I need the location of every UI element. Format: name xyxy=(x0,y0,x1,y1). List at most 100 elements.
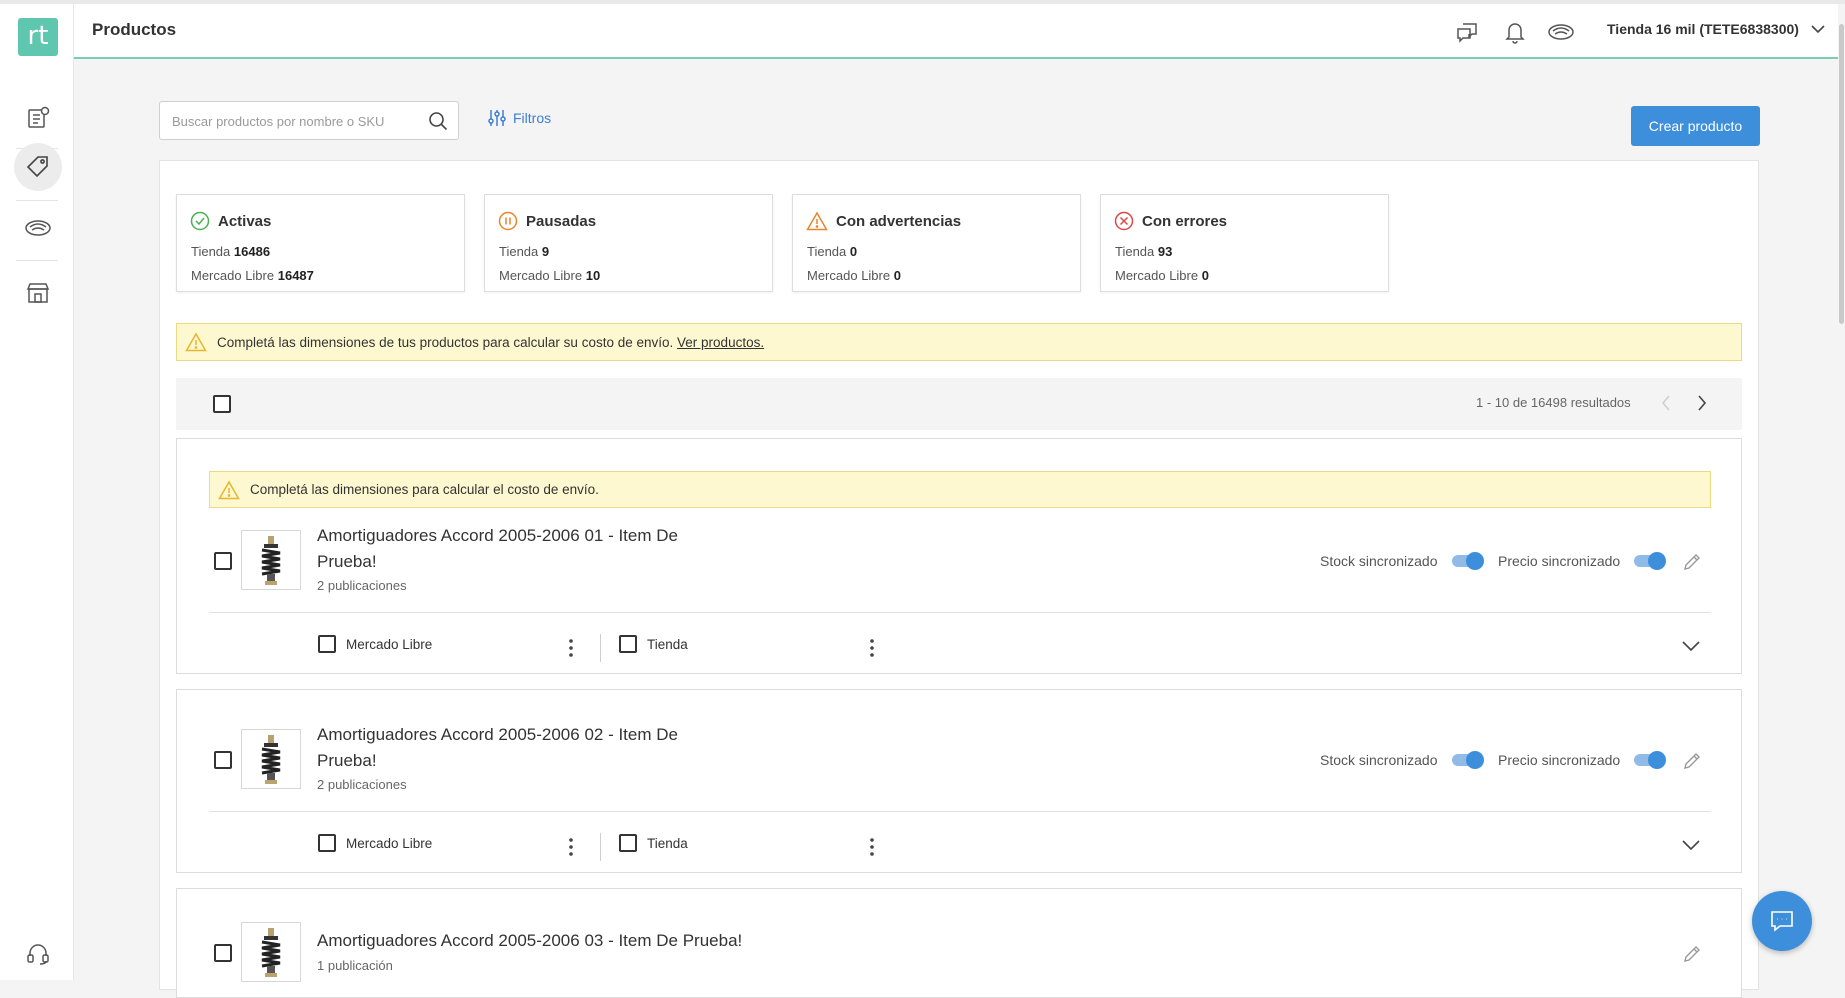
channel-label: Mercado Libre xyxy=(346,835,433,851)
stat-ml: Mercado Libre 0 xyxy=(807,268,901,283)
more-options-button[interactable] xyxy=(563,836,579,858)
tag-icon xyxy=(26,156,48,178)
stat-card-warnings[interactable]: Con advertencias Tienda 0 Mercado Libre … xyxy=(792,194,1081,292)
chevron-right-icon xyxy=(1698,395,1707,411)
product-checkbox[interactable] xyxy=(214,944,232,962)
app-logo[interactable]: rt xyxy=(18,18,58,56)
pencil-icon[interactable] xyxy=(1682,944,1702,964)
shock-absorber-icon xyxy=(261,928,281,977)
stat-card-paused[interactable]: Pausadas Tienda 9 Mercado Libre 10 xyxy=(484,194,773,292)
channel-checkbox[interactable] xyxy=(318,635,336,653)
select-all-checkbox[interactable] xyxy=(213,395,231,413)
channel-checkbox[interactable] xyxy=(619,635,637,653)
notifications-button[interactable] xyxy=(1501,18,1529,46)
prev-page-button[interactable] xyxy=(1655,392,1677,414)
channel-separator xyxy=(600,634,601,662)
chevron-left-icon xyxy=(1661,395,1670,411)
sidebar-item-store[interactable] xyxy=(14,269,62,317)
channel-checkbox[interactable] xyxy=(619,834,637,852)
more-options-button[interactable] xyxy=(864,637,880,659)
sidebar-item-shipping[interactable] xyxy=(14,204,62,252)
price-sync-label: Precio sincronizado xyxy=(1498,553,1621,569)
warning-icon xyxy=(185,332,207,352)
product-thumbnail[interactable] xyxy=(241,922,301,982)
sidebar-item-orders[interactable] xyxy=(14,94,62,142)
view-products-link[interactable]: Ver productos. xyxy=(677,335,764,350)
product-card: Amortiguadores Accord 2005-2006 02 - Ite… xyxy=(176,689,1742,873)
product-publications-count: 2 publicaciones xyxy=(317,777,407,792)
channel-store: Tienda xyxy=(619,834,688,852)
pencil-icon[interactable] xyxy=(1682,751,1702,771)
stock-sync-label: Stock sincronizado xyxy=(1320,752,1438,768)
product-thumbnail[interactable] xyxy=(241,729,301,789)
search-input[interactable] xyxy=(172,110,422,132)
products-panel: Activas Tienda 16486 Mercado Libre 16487… xyxy=(159,160,1759,998)
channel-separator xyxy=(600,833,601,861)
page-title: Productos xyxy=(92,20,177,39)
channel-checkbox[interactable] xyxy=(318,834,336,852)
warning-icon xyxy=(218,479,240,499)
stat-card-active[interactable]: Activas Tienda 16486 Mercado Libre 16487 xyxy=(176,194,465,292)
sidebar: rt xyxy=(0,4,74,980)
stock-sync: Stock sincronizado xyxy=(1320,552,1484,570)
product-card: Completá las dimensiones para calcular e… xyxy=(176,438,1742,674)
error-circle-icon xyxy=(1114,211,1134,231)
page-scrollbar[interactable] xyxy=(1838,4,1845,980)
messages-button[interactable] xyxy=(1453,18,1481,46)
stat-store: Tienda 16486 xyxy=(191,244,271,259)
product-card: Amortiguadores Accord 2005-2006 03 - Ite… xyxy=(176,888,1742,998)
product-checkbox[interactable] xyxy=(214,751,232,769)
stat-title: Activas xyxy=(218,212,272,230)
stat-ml: Mercado Libre 0 xyxy=(1115,268,1209,283)
product-warning-text: Completá las dimensiones para calcular e… xyxy=(250,482,599,497)
channel-store: Tienda xyxy=(619,635,688,653)
channel-mercadolibre: Mercado Libre xyxy=(318,834,432,852)
sidebar-item-products[interactable] xyxy=(14,143,62,191)
price-sync-toggle[interactable] xyxy=(1634,552,1667,570)
scrollbar-thumb[interactable] xyxy=(1839,24,1844,324)
store-name: Tienda 16 mil (TETE6838300) xyxy=(1607,21,1799,37)
search-icon[interactable] xyxy=(428,111,448,131)
product-title[interactable]: Amortiguadores Accord 2005-2006 02 - Ite… xyxy=(317,722,678,774)
channel-label: Tienda xyxy=(647,636,688,652)
store-selector[interactable]: Tienda 16 mil (TETE6838300) xyxy=(1607,21,1825,37)
filters-label: Filtros xyxy=(513,110,552,126)
shipping-icon xyxy=(25,220,51,236)
shock-absorber-icon xyxy=(261,536,281,585)
pencil-icon[interactable] xyxy=(1682,552,1702,572)
sliders-icon xyxy=(488,110,506,126)
chevron-down-icon[interactable] xyxy=(1682,641,1700,652)
more-options-button[interactable] xyxy=(563,637,579,659)
sidebar-item-support[interactable] xyxy=(14,930,62,978)
support-chat-button[interactable] xyxy=(1752,891,1812,951)
product-title[interactable]: Amortiguadores Accord 2005-2006 03 - Ite… xyxy=(317,928,742,954)
sidebar-divider xyxy=(16,200,58,201)
channel-mercadolibre: Mercado Libre xyxy=(318,635,432,653)
create-product-button[interactable]: Crear producto xyxy=(1631,106,1760,146)
next-page-button[interactable] xyxy=(1691,392,1713,414)
product-checkbox[interactable] xyxy=(214,552,232,570)
product-thumbnail[interactable] xyxy=(241,530,301,590)
stock-sync-toggle[interactable] xyxy=(1451,751,1484,769)
filters-button[interactable]: Filtros xyxy=(487,108,551,128)
stock-sync-toggle[interactable] xyxy=(1451,552,1484,570)
card-divider xyxy=(209,612,1711,613)
chevron-down-icon[interactable] xyxy=(1682,840,1700,851)
search-box[interactable] xyxy=(159,101,459,140)
pause-circle-icon xyxy=(498,211,518,231)
stat-ml: Mercado Libre 16487 xyxy=(191,268,314,283)
orders-icon xyxy=(28,106,50,128)
product-title[interactable]: Amortiguadores Accord 2005-2006 01 - Ite… xyxy=(317,523,678,575)
more-options-button[interactable] xyxy=(864,836,880,858)
account-menu-button[interactable] xyxy=(1547,18,1575,46)
warning-icon xyxy=(806,211,828,231)
stat-store: Tienda 0 xyxy=(807,244,858,259)
pagination-text: 1 - 10 de 16498 resultados xyxy=(1476,395,1631,410)
kebab-icon xyxy=(870,639,874,657)
stat-card-errors[interactable]: Con errores Tienda 93 Mercado Libre 0 xyxy=(1100,194,1389,292)
dimensions-notice: Completá las dimensiones de tus producto… xyxy=(176,323,1742,361)
headset-icon xyxy=(27,944,49,965)
price-sync-toggle[interactable] xyxy=(1634,751,1667,769)
list-header: 1 - 10 de 16498 resultados xyxy=(176,378,1742,430)
stat-ml: Mercado Libre 10 xyxy=(499,268,601,283)
